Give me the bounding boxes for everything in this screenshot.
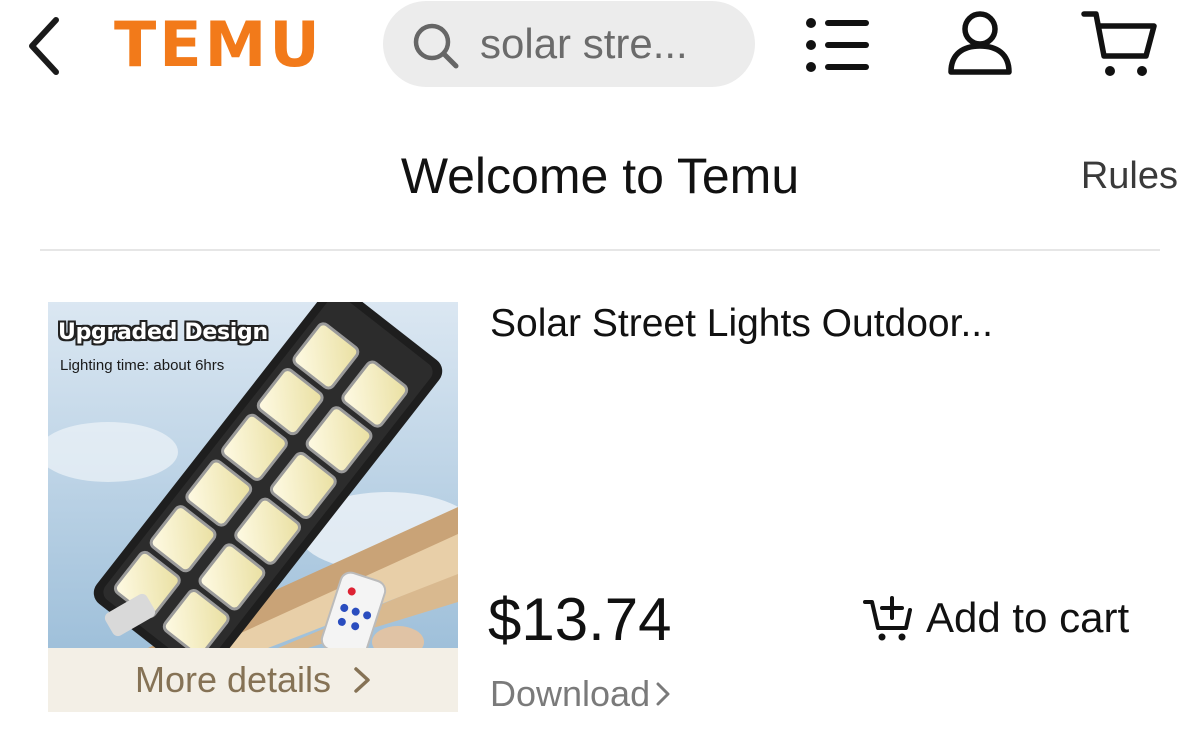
- top-nav-bar: TEMU solar stre...: [0, 0, 1200, 100]
- search-input[interactable]: solar stre...: [480, 1, 688, 87]
- cart-button[interactable]: [1076, 6, 1164, 82]
- add-to-cart-button[interactable]: Add to cart: [862, 588, 1129, 648]
- temu-logo[interactable]: TEMU: [114, 6, 323, 84]
- add-to-cart-icon: [863, 596, 912, 641]
- image-badge-text: Upgraded Design: [58, 320, 268, 345]
- user-icon: [948, 11, 1012, 75]
- search-icon: [413, 23, 459, 69]
- download-label: Download: [490, 673, 651, 714]
- product-image[interactable]: Upgraded Design Lighting time: about 6hr…: [48, 302, 458, 648]
- product-title[interactable]: Solar Street Lights Outdoor...: [490, 296, 1180, 352]
- back-button[interactable]: [14, 14, 74, 78]
- divider: [40, 249, 1160, 251]
- cart-icon: [1081, 11, 1157, 76]
- image-caption-text: Lighting time: about 6hrs: [60, 357, 225, 374]
- more-details-button[interactable]: More details: [48, 648, 458, 712]
- page-title: Welcome to Temu: [400, 148, 800, 204]
- title-bar: Welcome to Temu Rules: [0, 118, 1200, 228]
- account-button[interactable]: [940, 4, 1020, 80]
- search-bar[interactable]: solar stre...: [383, 1, 755, 87]
- chevron-left-icon: [29, 17, 59, 75]
- temu-page: TEMU solar stre... Welcome to Temu Rules…: [0, 0, 1200, 742]
- rules-link[interactable]: Rules: [1081, 148, 1178, 204]
- add-to-cart-label: Add to cart: [926, 594, 1130, 641]
- list-icon: [806, 18, 869, 72]
- more-details-label: More details: [134, 659, 332, 700]
- chevron-right-icon: [656, 681, 670, 707]
- chevron-right-icon: [353, 666, 371, 694]
- download-link[interactable]: Download: [490, 666, 670, 722]
- menu-button[interactable]: [800, 10, 876, 80]
- product-price: $13.74: [488, 586, 672, 653]
